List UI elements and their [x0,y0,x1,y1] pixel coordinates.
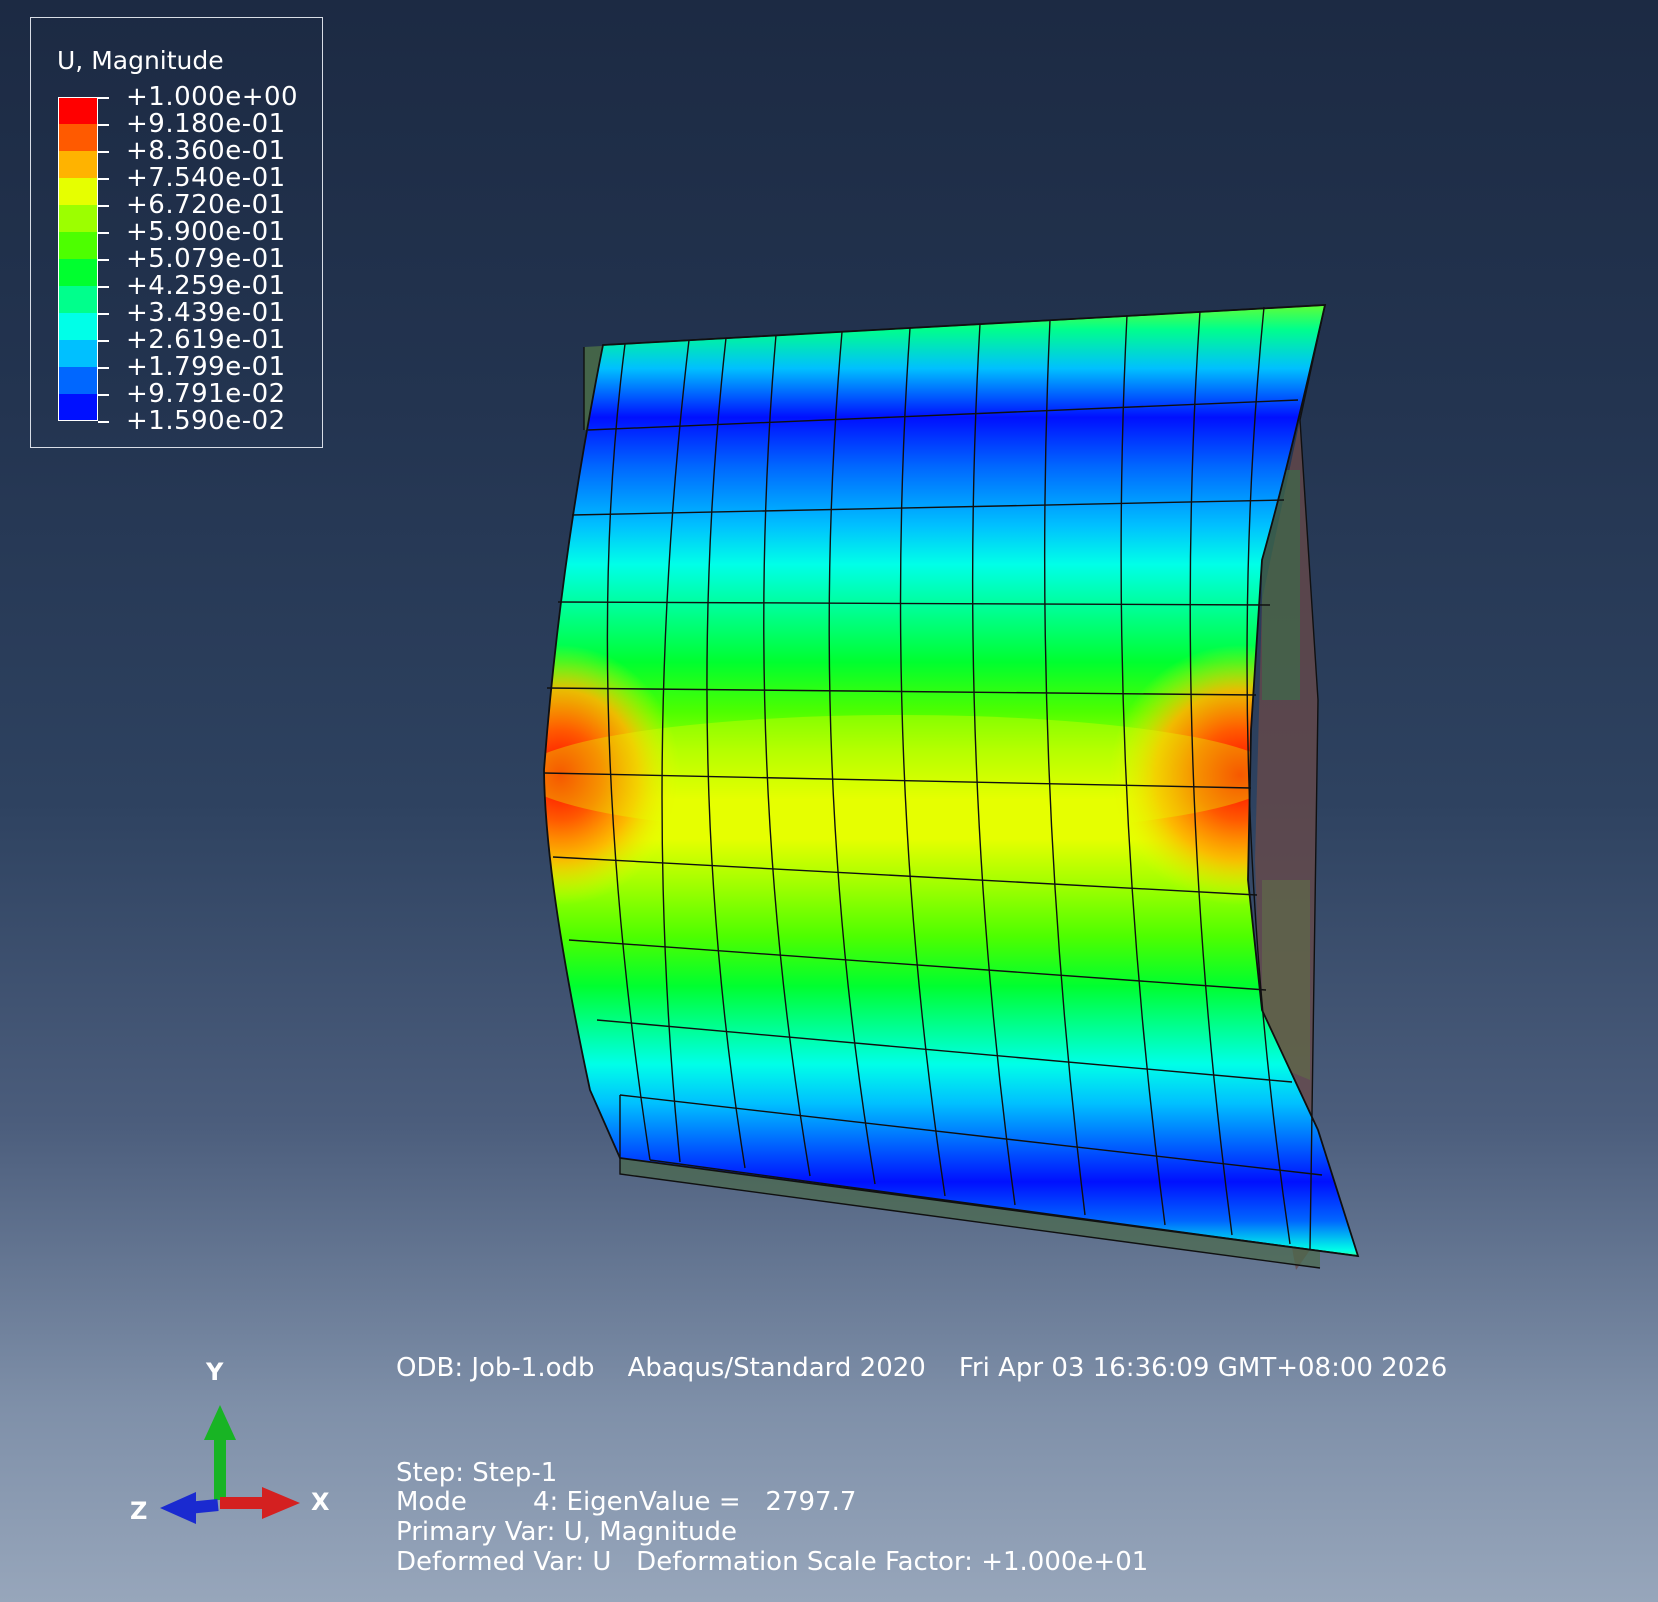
legend-level-label: +9.791e-02 [126,379,286,409]
legend-level-label: +9.180e-01 [126,109,286,139]
legend-tick [98,286,109,288]
legend-tick [98,367,109,369]
contour-legend[interactable]: U, Magnitude +1.000e+00 +9.180e-01 +8.360e… [30,17,323,448]
legend-tick [98,151,109,153]
odb-info-line: ODB: Job-1.odb Abaqus/Standard 2020 Fri … [396,1353,1448,1383]
legend-tick [98,313,109,315]
legend-tick [98,178,109,180]
legend-level-label: +1.590e-02 [126,406,286,436]
triad-x-arrowhead [262,1487,300,1519]
legend-level-label: +1.000e+00 [126,82,299,112]
legend-level-label: +8.360e-01 [126,136,286,166]
legend-level-label: +4.259e-01 [126,271,286,301]
legend-tick [98,259,109,261]
mode-info-line: Mode 4: EigenValue = 2797.7 [396,1487,857,1517]
triad-x-label: X [311,1488,330,1516]
step-info-line: Step: Step-1 [396,1458,558,1488]
legend-level-label: +2.619e-01 [126,325,286,355]
legend-level-label: +5.900e-01 [126,217,286,247]
triad-y-arrowhead [204,1405,236,1440]
legend-tick [98,205,109,207]
triad-z-label: Z [130,1497,148,1525]
legend-level-label: +3.439e-01 [126,298,286,328]
legend-tick [98,340,109,342]
legend-title: U, Magnitude [57,46,224,75]
legend-level-label: +7.540e-01 [126,163,286,193]
deformed-var-line: Deformed Var: U Deformation Scale Factor… [396,1547,1149,1577]
coordinate-triad [160,1405,300,1524]
triad-y-label: Y [206,1358,224,1386]
legend-tick [98,124,109,126]
legend-level-label: +5.079e-01 [126,244,286,274]
legend-tick [98,97,109,99]
legend-level-label: +6.720e-01 [126,190,286,220]
primary-var-line: Primary Var: U, Magnitude [396,1517,737,1547]
legend-swatch-frame [58,97,98,421]
legend-level-label: +1.799e-01 [126,352,286,382]
triad-z-arrowhead [160,1492,196,1524]
legend-tick [98,394,109,396]
legend-tick [98,232,109,234]
legend-tick [98,421,109,423]
